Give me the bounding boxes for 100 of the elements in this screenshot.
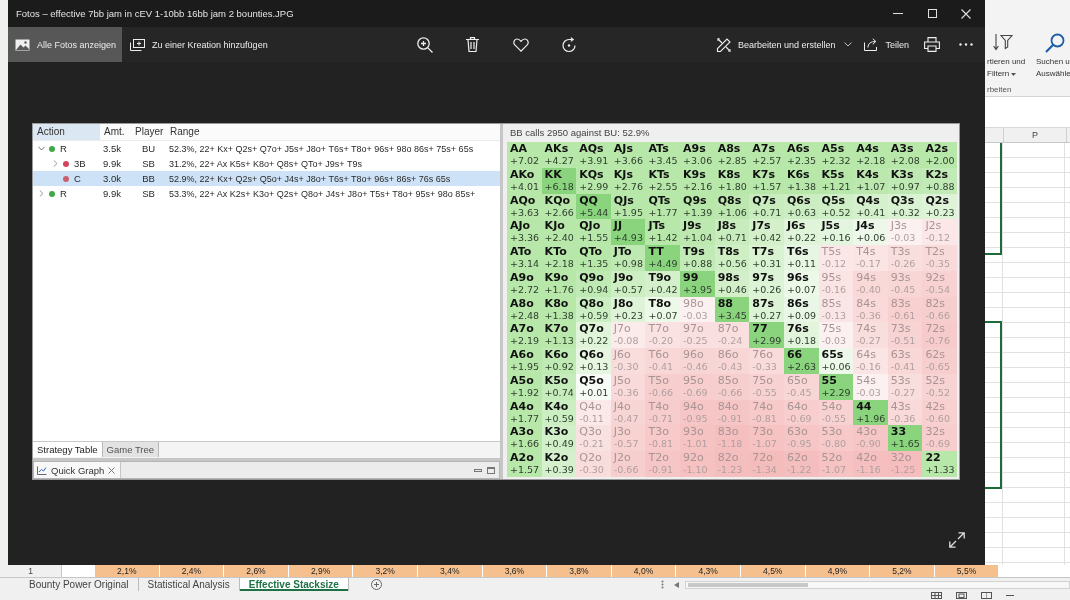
sort-filter-button[interactable]: rtieren und Filtern — [985, 33, 1034, 84]
hand-label: A9o — [510, 271, 534, 284]
hand-label: K7o — [544, 323, 569, 336]
hand-label: 97s — [752, 271, 775, 284]
page-break-icon[interactable] — [981, 592, 992, 599]
column-header[interactable]: Action — [33, 124, 100, 140]
ev-value: -0.30 — [579, 464, 604, 476]
ev-value: +0.56 — [717, 258, 747, 270]
hand-label: 84o — [717, 400, 739, 413]
expand-icon[interactable] — [949, 532, 965, 548]
hand-label: 75s — [821, 323, 842, 336]
hand-label: QTs — [648, 194, 671, 207]
more-icon[interactable] — [959, 43, 973, 46]
ev-value: +3.06 — [683, 155, 713, 166]
hand-label: KQo — [544, 194, 571, 207]
trash-icon[interactable] — [466, 37, 479, 52]
edit-icon — [715, 36, 732, 53]
hand-label: 53s — [890, 374, 911, 387]
column-header[interactable]: Player — [131, 124, 166, 140]
column-header[interactable]: Amt. — [100, 124, 131, 140]
quick-graph-tab[interactable]: Quick Graph — [34, 462, 122, 478]
table-row[interactable]: R 9.9k SB 53.3%, 22+ Ax K2s+ K3o+ Q2s+ Q8o+ J4s+ J8o+ T5s+ T8o+ 95s+ 98o 85s+ — [33, 186, 500, 201]
find-select-button[interactable]: Suchen u Auswähle — [1034, 33, 1070, 84]
add-to-creation-button[interactable]: Zu einer Kreation hinzufügen — [122, 27, 276, 62]
ev-value: -1.25 — [890, 464, 916, 476]
hand-label: 82o — [717, 452, 739, 465]
table-row[interactable]: C 3.0k BB 52.9%, 22+ Kx+ Q2s+ Q5o+ J4s+ J8o+ T6s+ T8o+ 96s+ 86s+ 76s 65s — [33, 171, 500, 186]
ev-value: +2.99 — [752, 335, 782, 347]
heart-icon[interactable] — [512, 37, 529, 52]
hand-label: ATs — [648, 143, 669, 155]
chevron-down-icon[interactable] — [38, 146, 45, 151]
ev-value: -0.66 — [925, 309, 950, 321]
hand-label: 85o — [717, 374, 739, 387]
ev-value: -0.36 — [890, 412, 916, 424]
hand-label: J6s — [786, 220, 806, 233]
ev-value: +1.95 — [510, 361, 540, 373]
hand-label: K2o — [544, 452, 569, 465]
row-header[interactable]: 1 — [0, 565, 62, 577]
ev-value: +2.29 — [821, 386, 851, 398]
sort-filter-icon — [993, 33, 1013, 51]
page-view-icon[interactable] — [956, 592, 967, 599]
table-row[interactable]: 3B 9.9k SB 31.2%, 22+ Ax K5s+ K8o+ Q8s+ QTo+ J9s+ T9s — [33, 156, 500, 171]
scroll-left-icon[interactable] — [674, 581, 679, 588]
view-tab[interactable]: Strategy Table — [33, 442, 103, 457]
ev-value: +2.18 — [544, 258, 574, 270]
hand-label: 97o — [683, 323, 704, 336]
grip-icon[interactable] — [661, 580, 664, 589]
ev-value: +0.92 — [544, 361, 574, 373]
print-icon[interactable] — [924, 37, 940, 52]
ev-value: +1.33 — [925, 464, 955, 476]
ev-value: -1.22 — [786, 464, 812, 476]
ev-value: +0.57 — [613, 283, 643, 295]
ev-value: +0.59 — [544, 412, 574, 424]
table-row[interactable]: R 3.5k BU 52.3%, 22+ Kx+ Q2s+ Q7o+ J5s+ J8o+ T6s+ T8o+ 96s+ 98o 86s+ 75s+ 65s — [33, 141, 500, 156]
ev-value: -0.46 — [683, 361, 708, 373]
table-cell: 2,9% — [288, 565, 354, 577]
hand-label: 95o — [683, 374, 704, 387]
ev-value: +0.11 — [786, 258, 817, 270]
view-tab[interactable]: Game Tree — [102, 442, 160, 457]
edit-create-button[interactable]: Bearbeiten und erstellen — [709, 27, 859, 62]
ev-value: +2.55 — [648, 180, 678, 192]
column-header[interactable]: Range — [166, 124, 500, 140]
ev-value: +0.31 — [752, 258, 782, 270]
hand-label: 82s — [925, 297, 946, 310]
ev-value: +0.09 — [786, 309, 817, 321]
ev-value: +4.49 — [648, 258, 678, 270]
action-label: R — [60, 188, 67, 199]
ev-value: -0.66 — [613, 464, 639, 476]
ev-value: -0.12 — [821, 258, 847, 270]
table-cell: 2,6% — [224, 565, 289, 577]
hand-label: KQs — [579, 168, 604, 181]
ev-value: -0.55 — [752, 386, 777, 398]
sheet-tab[interactable]: Effective Stacksize — [239, 578, 349, 591]
ev-value: +1.39 — [683, 206, 713, 218]
zoom-in-icon[interactable] — [416, 36, 433, 53]
player-text: SB — [141, 158, 156, 169]
share-button[interactable]: Teilen — [858, 27, 915, 62]
ev-value: +0.52 — [821, 206, 851, 218]
hand-label: 55 — [821, 374, 837, 387]
ev-value: -0.03 — [890, 232, 916, 244]
minimize-icon[interactable] — [474, 468, 482, 472]
ev-value: +0.71 — [752, 206, 782, 218]
hand-label: AJo — [510, 220, 531, 233]
grid-view-icon[interactable] — [931, 592, 942, 599]
ev-value: -0.52 — [925, 386, 950, 398]
ev-value: -0.27 — [890, 386, 916, 398]
horizontal-scrollbar[interactable] — [685, 580, 1070, 589]
action-label: 3B — [74, 158, 86, 169]
add-sheet-icon[interactable] — [370, 579, 382, 590]
rotate-icon[interactable] — [560, 36, 577, 53]
hand-label: Q8s — [717, 194, 742, 207]
hand-label: 85s — [821, 297, 842, 310]
hand-label: 94o — [683, 400, 704, 413]
ev-value: -1.34 — [752, 464, 777, 476]
hand-label: T3s — [890, 246, 911, 259]
hand-label: K4s — [856, 168, 879, 181]
ev-value: +3.66 — [613, 155, 643, 166]
hand-label: 83s — [890, 297, 911, 310]
all-photos-button[interactable]: Alle Fotos anzeigen — [8, 27, 123, 62]
hand-label: J2o — [613, 452, 631, 465]
